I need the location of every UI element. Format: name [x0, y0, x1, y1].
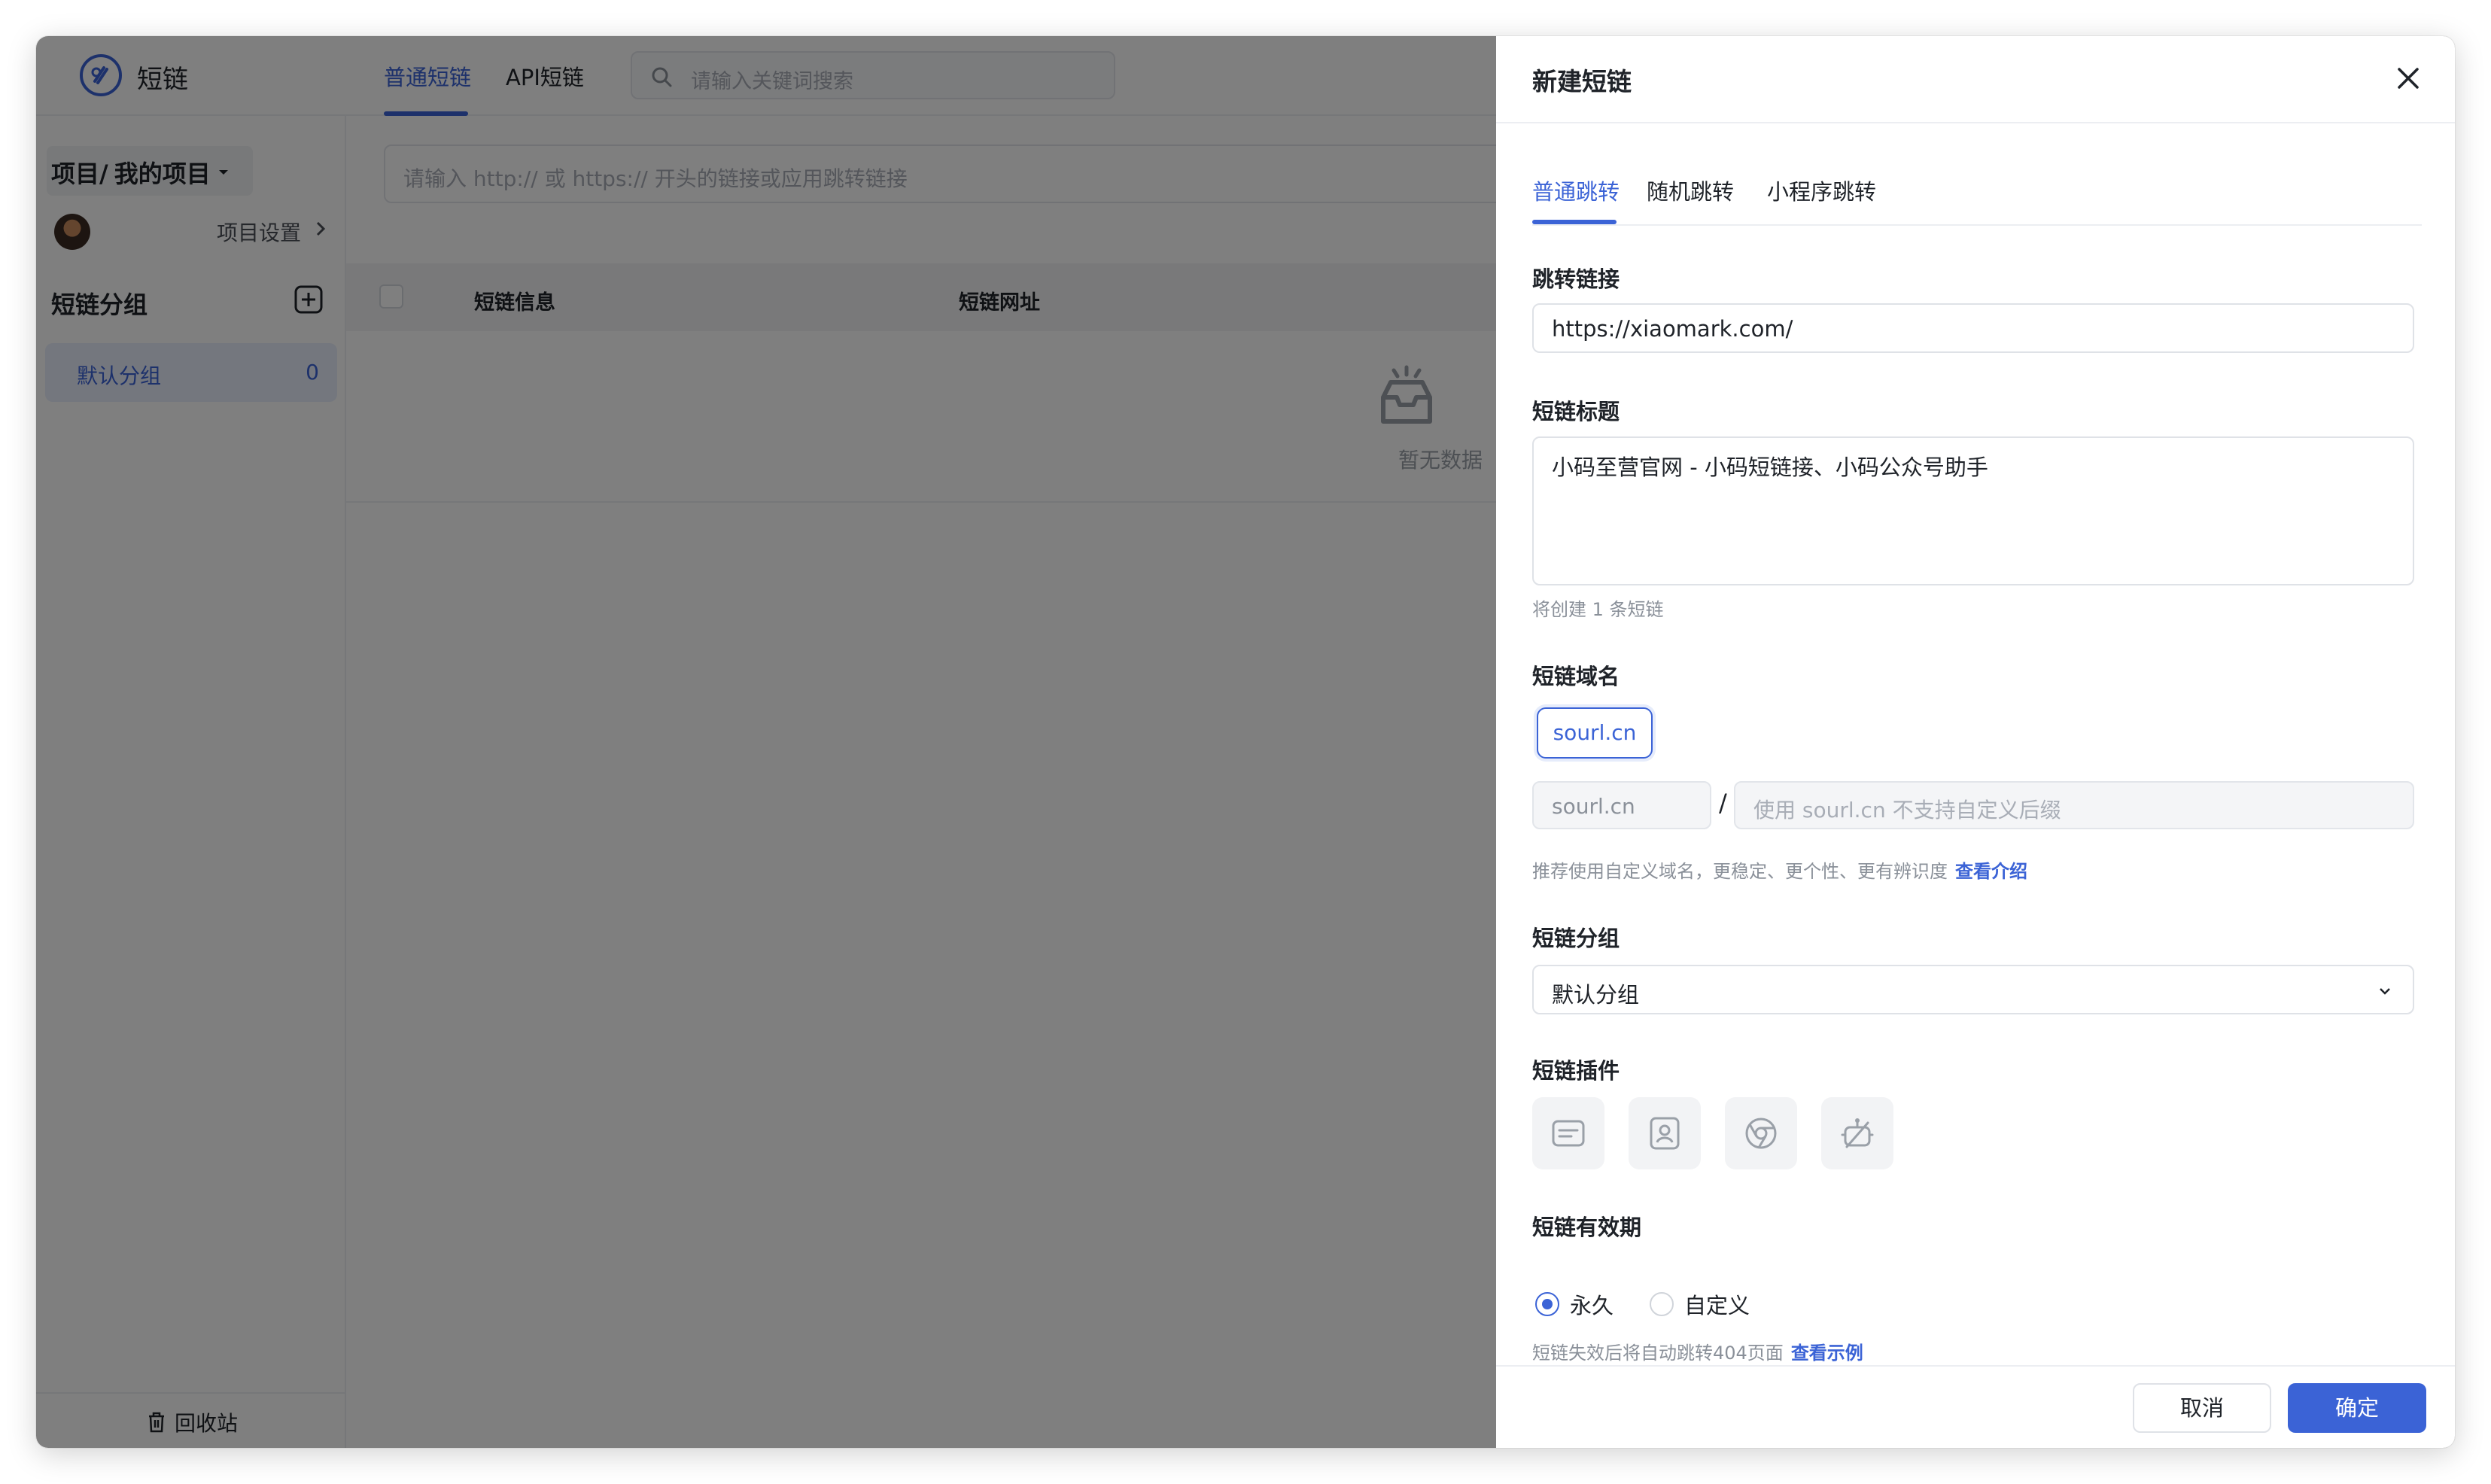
radio-custom-label: 自定义 [1684, 1293, 1750, 1318]
group-select[interactable]: 默认分组 [1532, 965, 2414, 1014]
tab-normal-redirect[interactable]: 普通跳转 [1532, 175, 1620, 206]
plugins-label: 短链插件 [1532, 1058, 1620, 1084]
tab-miniprogram-redirect[interactable]: 小程序跳转 [1767, 175, 1876, 206]
group-select-label: 短链分组 [1532, 926, 1620, 951]
radio-permanent-label: 永久 [1570, 1293, 1614, 1318]
robot-icon [1841, 1118, 1874, 1148]
plugin-robot[interactable] [1821, 1097, 1893, 1169]
browser-icon [1745, 1118, 1777, 1149]
domain-suffix-input[interactable]: 使用 sourl.cn 不支持自定义后缀 [1734, 781, 2414, 829]
domain-separator: / [1719, 789, 1727, 817]
drawer-header-divider [1496, 122, 2455, 123]
domain-hint-text: 推荐使用自定义域名，更稳定、更个性、更有辨识度 [1532, 861, 1948, 882]
redirect-link-label: 跳转链接 [1532, 266, 1620, 292]
close-icon[interactable] [2393, 63, 2423, 93]
validity-example-link[interactable]: 查看示例 [1791, 1343, 1863, 1364]
plugin-contact-card[interactable] [1629, 1097, 1701, 1169]
short-title-label: 短链标题 [1532, 399, 1620, 424]
short-title-value: 小码至营官网 - 小码短链接、小码公众号助手 [1552, 455, 1988, 480]
domain-option-chip[interactable]: sourl.cn [1537, 707, 1653, 759]
drawer-title: 新建短链 [1532, 67, 1632, 96]
drawer-tab-active-indicator [1532, 220, 1617, 224]
app-window: 短链 普通短链 API短链 请输入关键词搜索 项目/ 我的项目 项目设置 [36, 36, 2455, 1448]
confirm-button[interactable]: 确定 [2288, 1383, 2426, 1433]
new-shortlink-drawer: 新建短链 普通跳转 随机跳转 小程序跳转 跳转链接 https://xiaoma… [1496, 36, 2455, 1448]
domain-prefix-value: sourl.cn [1552, 794, 1635, 819]
radio-permanent[interactable] [1535, 1292, 1559, 1316]
drawer-footer-divider [1496, 1365, 2455, 1367]
validity-option-custom[interactable]: 自定义 [1650, 1288, 1750, 1320]
redirect-link-input[interactable]: https://xiaomark.com/ [1532, 303, 2414, 353]
drawer-tabs-divider [1532, 224, 2422, 226]
short-title-textarea[interactable]: 小码至营官网 - 小码短链接、小码公众号助手 [1532, 436, 2414, 585]
domain-hint: 推荐使用自定义域名，更稳定、更个性、更有辨识度 查看介绍 [1532, 856, 2027, 883]
validity-label: 短链有效期 [1532, 1215, 1642, 1240]
plugin-message-card[interactable] [1532, 1097, 1604, 1169]
validity-hint-text: 短链失效后将自动跳转404页面 [1532, 1343, 1784, 1364]
group-select-value: 默认分组 [1552, 982, 1640, 1008]
message-card-icon [1552, 1120, 1585, 1147]
tab-random-redirect[interactable]: 随机跳转 [1647, 175, 1734, 206]
domain-intro-link[interactable]: 查看介绍 [1955, 861, 2027, 882]
validity-option-permanent[interactable]: 永久 [1535, 1288, 1614, 1320]
contact-card-icon [1650, 1117, 1680, 1150]
validity-hint: 短链失效后将自动跳转404页面 查看示例 [1532, 1338, 1863, 1364]
redirect-link-value: https://xiaomark.com/ [1552, 316, 1793, 342]
cancel-button[interactable]: 取消 [2133, 1383, 2271, 1433]
domain-prefix-field: sourl.cn [1532, 781, 1711, 829]
plugin-browser[interactable] [1725, 1097, 1797, 1169]
domain-label: 短链域名 [1532, 664, 1620, 689]
radio-custom[interactable] [1650, 1292, 1674, 1316]
domain-suffix-placeholder: 使用 sourl.cn 不支持自定义后缀 [1753, 798, 2061, 823]
create-count-hint: 将创建 1 条短链 [1532, 599, 1664, 620]
chevron-down-icon [2380, 988, 2390, 995]
